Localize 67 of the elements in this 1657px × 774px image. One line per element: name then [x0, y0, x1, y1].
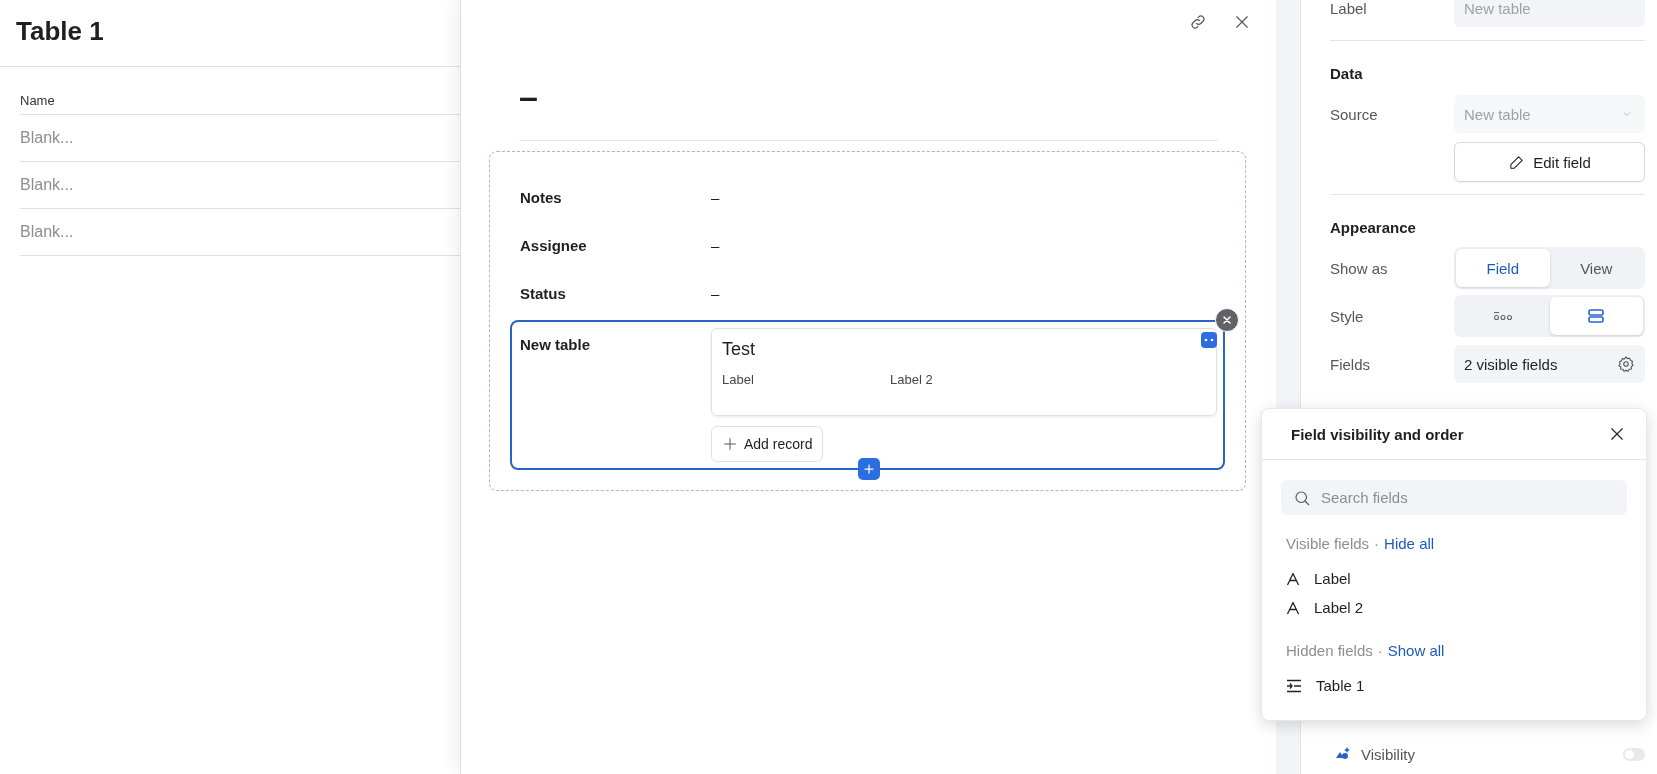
- dots-row-icon: [1492, 311, 1513, 321]
- indent-lines-icon: [1286, 678, 1302, 693]
- field-label: Status: [520, 284, 567, 302]
- text-type-icon: [1286, 571, 1300, 586]
- field-item[interactable]: Table 1: [1281, 671, 1627, 700]
- setting-label: Source: [1330, 105, 1379, 123]
- table-cell[interactable]: Blank...: [20, 115, 460, 162]
- plus-icon: [722, 436, 738, 452]
- field-value: –: [711, 188, 720, 206]
- separator-dot: ·: [1377, 642, 1383, 659]
- segment-tab[interactable]: Field: [1456, 249, 1550, 287]
- add-field-button[interactable]: [857, 458, 880, 480]
- column-header: Name: [20, 87, 460, 115]
- separator-dot: ·: [1374, 535, 1380, 552]
- record-card[interactable]: Test Label Label 2: [711, 328, 1217, 416]
- field-value: –: [711, 236, 720, 254]
- fields-button[interactable]: 2 visible fields: [1454, 345, 1645, 383]
- setting-label: Show as: [1330, 259, 1389, 277]
- search-icon: [1293, 489, 1311, 507]
- stacked-rows-icon: [1588, 309, 1605, 323]
- page-title: Table 1: [0, 0, 460, 67]
- close-icon: [1221, 314, 1233, 326]
- shapes-icon: [1335, 746, 1351, 762]
- edit-field-button[interactable]: Edit field: [1454, 142, 1645, 182]
- plus-icon: [862, 463, 875, 475]
- section-heading: Appearance: [1330, 218, 1417, 238]
- record-card-title: Test: [722, 339, 756, 360]
- field-label: New table: [520, 335, 592, 355]
- setting-label: Visibility: [1361, 745, 1416, 763]
- close-icon[interactable]: [1233, 13, 1251, 31]
- record-title: –: [519, 77, 1218, 141]
- link[interactable]: Show all: [1387, 642, 1445, 659]
- field-row[interactable]: Assignee –: [510, 220, 1225, 268]
- field-label: Notes: [520, 188, 563, 206]
- remove-button[interactable]: [1215, 308, 1239, 332]
- section-heading: Data: [1330, 64, 1364, 84]
- style-option[interactable]: [1549, 297, 1643, 335]
- setting-label: Style: [1330, 307, 1365, 325]
- pencil-icon: [1508, 153, 1526, 171]
- link[interactable]: Hide all: [1384, 535, 1435, 552]
- selected-field[interactable]: New table Test Label Label 2 Add record: [510, 320, 1225, 470]
- text-type-icon: [1286, 600, 1300, 615]
- group-heading: Visible fields: [1286, 535, 1370, 552]
- popover-title: Field visibility and order: [1291, 425, 1464, 443]
- link-icon[interactable]: [1189, 13, 1207, 31]
- record-card-field: Label: [722, 372, 890, 387]
- field-row[interactable]: Notes –: [510, 172, 1225, 220]
- segment-tab[interactable]: View: [1549, 249, 1643, 287]
- label-input[interactable]: New table: [1454, 0, 1645, 27]
- more-button[interactable]: [1201, 332, 1217, 348]
- record-card-field: Label 2: [890, 372, 1058, 387]
- group-heading: Hidden fields: [1286, 642, 1373, 659]
- table-cell[interactable]: Blank...: [20, 209, 460, 256]
- field-value: –: [711, 284, 720, 302]
- ellipsis-icon: [1204, 338, 1214, 342]
- field-label: Assignee: [520, 236, 588, 254]
- field-row[interactable]: Status –: [510, 268, 1225, 316]
- search-field[interactable]: Search fields: [1281, 480, 1627, 515]
- table-cell[interactable]: Blank...: [20, 162, 460, 209]
- field-item[interactable]: Label: [1281, 564, 1627, 593]
- settings-icon: [1617, 355, 1635, 373]
- source-dropdown: New table: [1454, 95, 1645, 133]
- add-record-button[interactable]: Add record: [711, 426, 824, 462]
- field-item[interactable]: Label 2: [1281, 593, 1627, 622]
- close-icon[interactable]: [1608, 425, 1626, 443]
- setting-label: Label: [1330, 0, 1368, 17]
- setting-label: Fields: [1330, 355, 1371, 373]
